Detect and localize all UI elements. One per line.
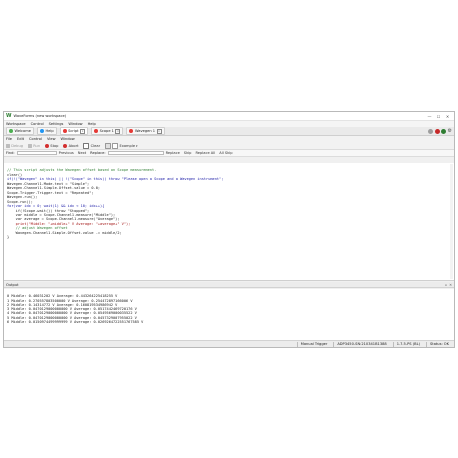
menu-help[interactable]: Help bbox=[88, 122, 96, 126]
maximize-button[interactable]: ☐ bbox=[434, 113, 443, 120]
skip-button[interactable]: Skip bbox=[184, 151, 192, 155]
gear-icon[interactable]: ⚙ bbox=[448, 128, 452, 134]
menu-window[interactable]: Window bbox=[61, 137, 75, 141]
debug-icon bbox=[6, 143, 10, 148]
stop-all-icon[interactable] bbox=[434, 128, 440, 134]
menu-workspace[interactable]: Workspace bbox=[6, 122, 26, 126]
connection-status: Status: OK bbox=[426, 341, 452, 347]
title-bar: W WaveForms (new workspace) — ☐ ✕ bbox=[4, 112, 454, 121]
waveforms-window: W WaveForms (new workspace) — ☐ ✕ Worksp… bbox=[3, 111, 455, 348]
status-bar: Manual Trigger ADP3450-SN:210341B1388 1.… bbox=[4, 340, 454, 347]
tab-wavegen[interactable]: Wavegen 1 x bbox=[126, 127, 165, 135]
script-editor[interactable]: // This script adjusts the Wavegen offse… bbox=[4, 163, 454, 281]
chevron-down-icon: ▾ bbox=[136, 143, 138, 148]
device-status[interactable]: ADP3450-SN:210341B1388 bbox=[333, 341, 389, 347]
stop-button[interactable]: Stop bbox=[45, 143, 59, 148]
stop-icon bbox=[45, 143, 50, 148]
example-label: Example bbox=[119, 143, 136, 148]
pin-icon[interactable]: ▫ bbox=[445, 283, 447, 287]
close-tab-icon[interactable]: x bbox=[80, 128, 86, 134]
tab-label: Help bbox=[45, 129, 54, 133]
code-line: } bbox=[7, 235, 10, 240]
output-title: Output bbox=[6, 282, 19, 287]
help-icon bbox=[39, 129, 44, 133]
all-skip-button[interactable]: All Skip bbox=[219, 151, 232, 155]
example-icon bbox=[112, 142, 119, 149]
run-all-icon[interactable] bbox=[441, 128, 447, 134]
clear-button[interactable]: Clear bbox=[83, 142, 101, 149]
waveforms-logo-icon: W bbox=[6, 113, 12, 119]
menu-window[interactable]: Window bbox=[68, 122, 82, 126]
wavegen-icon bbox=[129, 129, 134, 133]
tab-label: Script bbox=[68, 129, 79, 133]
scope-icon bbox=[94, 129, 99, 133]
debug-button[interactable]: Debug bbox=[6, 143, 24, 148]
minimize-button[interactable]: — bbox=[425, 113, 434, 120]
tab-scope[interactable]: Scope 1 x bbox=[91, 127, 124, 135]
clear-label: Clear bbox=[90, 143, 101, 148]
replace-label: Replace: bbox=[90, 151, 106, 155]
menu-settings[interactable]: Settings bbox=[49, 122, 64, 126]
abort-label: Abort bbox=[68, 143, 79, 148]
tab-label: Scope 1 bbox=[99, 129, 114, 133]
trigger-mode-status[interactable]: Manual Trigger bbox=[296, 341, 331, 347]
clear-icon bbox=[83, 142, 90, 149]
find-label: Find: bbox=[6, 151, 15, 155]
run-label: Run bbox=[33, 143, 41, 148]
window-title: WaveForms (new workspace) bbox=[13, 114, 67, 118]
editor-scrollbar[interactable] bbox=[450, 164, 453, 279]
welcome-icon bbox=[9, 129, 13, 133]
menu-control[interactable]: Control bbox=[31, 122, 44, 126]
example-icon bbox=[105, 142, 112, 149]
find-previous-button[interactable]: Previous bbox=[59, 151, 74, 155]
output-console[interactable]: 0 Middle: 0.46031202 V Average: 0.443264… bbox=[4, 289, 454, 340]
output-header: Output ▫ ✕ bbox=[4, 282, 454, 288]
menu-edit[interactable]: Edit bbox=[17, 137, 24, 141]
close-icon[interactable]: ✕ bbox=[449, 283, 452, 287]
abort-button[interactable]: Abort bbox=[63, 143, 79, 148]
run-toolbar: Debug Run Stop Abort Clear Example ▾ bbox=[4, 142, 454, 150]
device-status-icon[interactable] bbox=[428, 128, 434, 134]
close-tab-icon[interactable]: x bbox=[156, 128, 162, 134]
tab-help[interactable]: Help bbox=[36, 127, 57, 135]
tab-script[interactable]: Script x bbox=[59, 127, 89, 135]
menu-file[interactable]: File bbox=[6, 137, 12, 141]
abort-icon bbox=[63, 143, 68, 148]
menu-control[interactable]: Control bbox=[29, 137, 42, 141]
version-status: 1.7.5-PS (BL) bbox=[392, 341, 423, 347]
script-icon bbox=[62, 129, 67, 133]
close-tab-icon[interactable]: x bbox=[115, 128, 121, 134]
find-next-button[interactable]: Next bbox=[78, 151, 86, 155]
debug-label: Debug bbox=[11, 143, 24, 148]
tab-label: Wavegen 1 bbox=[134, 129, 156, 133]
stop-label: Stop bbox=[50, 143, 59, 148]
run-button[interactable]: Run bbox=[28, 143, 41, 148]
menu-view[interactable]: View bbox=[47, 137, 56, 141]
tab-welcome[interactable]: Welcome bbox=[6, 127, 34, 135]
example-button[interactable]: Example ▾ bbox=[105, 142, 138, 149]
instrument-tabs: Welcome Help Script x Scope 1 x Wavegen … bbox=[4, 127, 454, 136]
replace-all-button[interactable]: Replace All bbox=[195, 151, 215, 155]
tab-label: Welcome bbox=[14, 129, 31, 133]
find-input[interactable] bbox=[16, 150, 57, 156]
find-bar: Find: Previous Next Replace: Replace Ski… bbox=[4, 150, 454, 157]
replace-button[interactable]: Replace bbox=[166, 151, 180, 155]
play-icon bbox=[28, 143, 33, 148]
replace-input[interactable] bbox=[107, 150, 164, 156]
output-line: 6 Middle: 0.0150974499999999 V Average: … bbox=[7, 320, 144, 325]
close-button[interactable]: ✕ bbox=[443, 113, 452, 120]
